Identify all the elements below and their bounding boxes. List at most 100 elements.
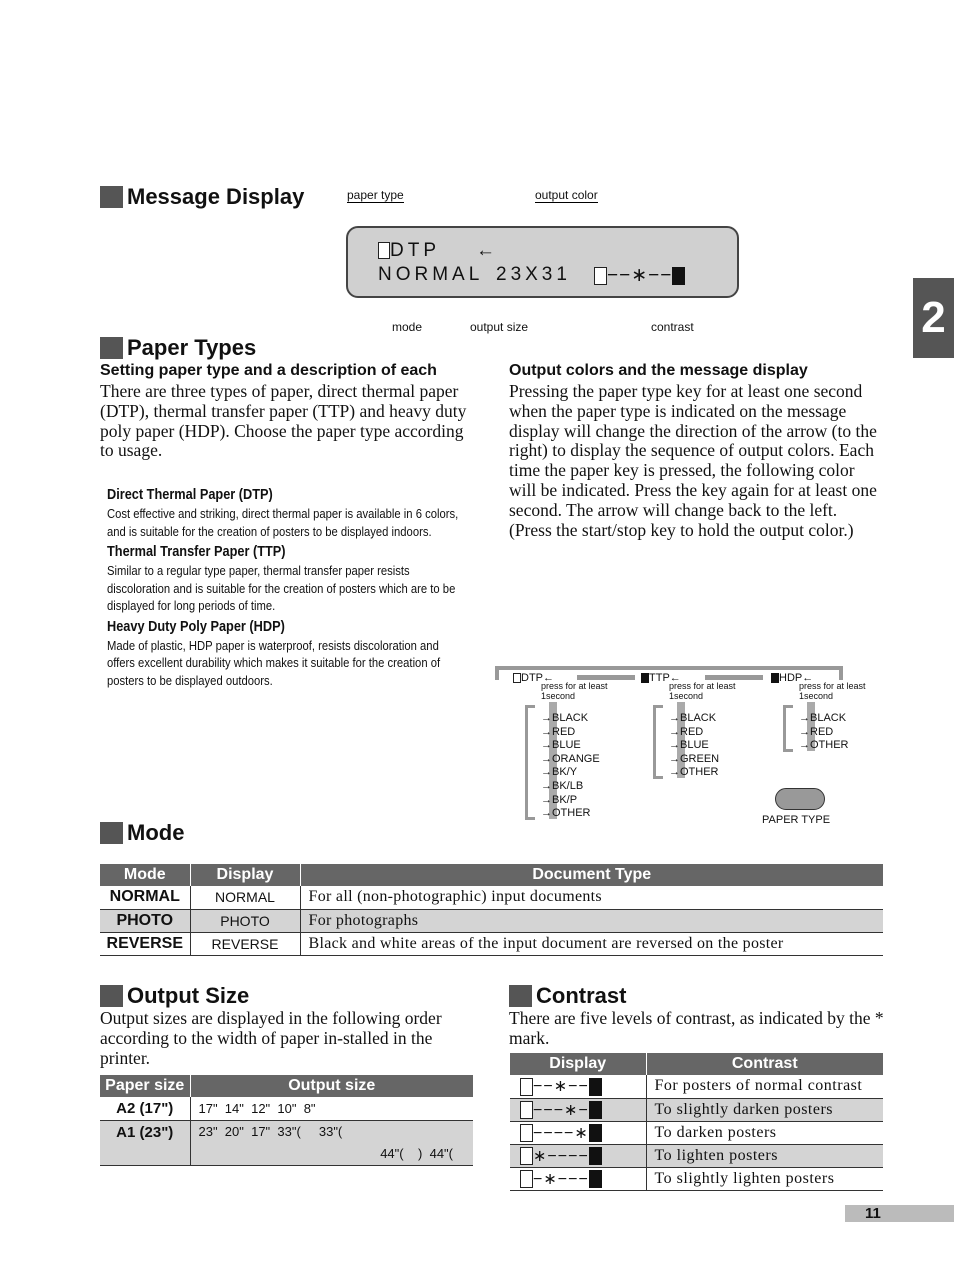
table-row: PHOTO PHOTO For photographs — [100, 909, 883, 933]
cell: To slightly darken posters — [646, 1098, 883, 1122]
cell: 17" 14" 12" 10" 8" — [190, 1097, 473, 1121]
subtitle: Setting paper type and a description of … — [100, 362, 437, 379]
paper-desc: Similar to a regular type paper, thermal… — [107, 564, 456, 613]
loop-arrow — [783, 705, 793, 752]
dark-icon — [588, 1147, 602, 1166]
table-row: −−−∗− To slightly darken posters — [510, 1098, 883, 1122]
press-note: press for at least 1second — [541, 681, 608, 701]
cell: REVERSE — [100, 932, 191, 956]
table-row: −∗−−− To slightly lighten posters — [510, 1167, 883, 1191]
output-colors-text: Pressing the paper type key for at least… — [509, 381, 877, 540]
table-row: REVERSE REVERSE Black and white areas of t… — [100, 932, 883, 956]
section-title: Output Size — [127, 983, 250, 1008]
press-note: press for at least 1second — [669, 681, 736, 701]
col-header: Mode — [100, 864, 190, 886]
flow-color-item: →OTHER — [799, 739, 849, 752]
label-output-color: output color — [535, 188, 598, 203]
cell: For all (non-photographic) input documen… — [300, 886, 883, 910]
cell: 23" 20" 17" 33"( 33"(44"( ) 44"( — [190, 1120, 473, 1166]
lcd-arrow: ← — [476, 240, 499, 261]
section-title: Paper Types — [127, 335, 257, 360]
cell: A1 (23") — [100, 1120, 191, 1166]
section-message-display: Message Display — [100, 184, 304, 210]
contrast-pattern: −−−−∗ — [533, 1124, 589, 1142]
sizes-line: 23" 20" 17" 33"( 33"( — [198, 1123, 343, 1139]
flow-color-item: →BLUE — [541, 739, 581, 752]
cell: To darken posters — [646, 1121, 883, 1145]
flow-color-item: →OTHER — [541, 807, 591, 820]
section-title: Mode — [127, 820, 185, 845]
flow-color-item: →BLUE — [669, 739, 709, 752]
flow-color-item: →BK/LB — [541, 780, 584, 792]
cell: Black and white areas of the input docum… — [300, 932, 883, 956]
dark-icon — [588, 1170, 602, 1189]
paper-name: Heavy Duty Poly Paper (HDP) — [107, 617, 285, 635]
key-label: PAPER TYPE — [762, 814, 831, 826]
label-contrast: contrast — [651, 320, 694, 334]
dark-icon — [588, 1078, 602, 1097]
table-row: A2 (17") 17" 14" 12" 10" 8" — [100, 1097, 473, 1121]
page-number: 11 — [845, 1205, 954, 1222]
lcd-size: 23X31 — [496, 264, 571, 285]
label-paper-type: paper type — [347, 188, 404, 203]
loop-arrow — [653, 705, 663, 779]
subtitle: Output colors and the message display — [509, 362, 808, 379]
flow-color-item: →RED — [669, 725, 704, 738]
paper-type-key-icon — [775, 788, 825, 810]
press-note: press for at least 1second — [799, 681, 866, 701]
section-marker — [509, 985, 532, 1007]
col-header: Display — [189, 864, 300, 886]
section-marker — [100, 186, 123, 208]
table-row: NORMAL NORMAL For all (non-photographic) i… — [100, 886, 883, 910]
flow-color-item: →BLACK — [541, 712, 589, 724]
section-marker — [100, 337, 123, 359]
lcd-contrast: −−∗−− — [607, 265, 673, 286]
paper-desc: Cost effective and striking, direct ther… — [107, 507, 459, 539]
cell: For photographs — [300, 909, 883, 933]
col-header: Display — [510, 1053, 646, 1075]
light-icon — [520, 1170, 533, 1189]
table-row: ∗−−−− To lighten posters — [510, 1144, 883, 1168]
section-title: Contrast — [536, 983, 627, 1008]
contrast-table: Display Contrast −−∗−− For posters of norm… — [510, 1053, 883, 1191]
section-mode: Mode — [100, 820, 184, 846]
flow-color-item: →BLACK — [669, 712, 717, 724]
light-icon — [520, 1101, 533, 1120]
paper-name: Direct Thermal Paper (DTP) — [107, 486, 273, 503]
lcd-mode: NORMAL — [378, 264, 484, 285]
dark-icon — [588, 1101, 602, 1120]
table-row: A1 (23") 23" 20" 17" 33"( 33"(44"( ) 44"( — [100, 1120, 473, 1166]
col-header: Paper size — [100, 1075, 190, 1097]
label-output-size: output size — [470, 320, 529, 334]
output-size-text: Output sizes are displayed in the follow… — [100, 1008, 442, 1068]
section-title: Message Display — [127, 184, 305, 209]
flow-arrow — [577, 675, 635, 680]
cell: NORMAL — [100, 886, 191, 910]
flow-color-item: →BK/Y — [541, 766, 578, 779]
flow-color-item: →RED — [799, 725, 834, 738]
light-icon — [520, 1078, 533, 1097]
flow-color-item: →OTHER — [669, 766, 719, 779]
flow-arrow — [705, 675, 763, 680]
flow-color-item: →BLACK — [799, 712, 847, 724]
flow-color-item: →GREEN — [669, 752, 720, 765]
output-size-table: Paper size Output size A2 (17") 17" 14" 12… — [100, 1075, 473, 1166]
paper-desc: Made of plastic, HDP paper is waterproof… — [107, 638, 441, 688]
message-display-lcd: DTP ← NORMAL 23X31 −−∗−− — [346, 226, 739, 298]
contrast-pattern: −−−∗− — [533, 1101, 589, 1119]
col-header: Contrast — [645, 1053, 883, 1075]
col-header: Output size — [189, 1075, 473, 1097]
light-icon — [594, 266, 607, 285]
mode-table: Mode Display Document Type NORMAL NORMAL For… — [100, 864, 883, 956]
flow-color-item: →BK/P — [541, 793, 578, 806]
cell: To slightly lighten posters — [646, 1167, 883, 1191]
chapter-tab: 2 — [913, 278, 954, 358]
section-output-size: Output Size — [100, 983, 249, 1009]
section-contrast: Contrast — [509, 983, 626, 1009]
section-marker — [100, 985, 123, 1007]
paper-name: Thermal Transfer Paper (TTP) — [107, 543, 286, 560]
cell: To lighten posters — [646, 1144, 883, 1168]
intro-text: There are three types of paper, direct t… — [100, 381, 467, 461]
cell: REVERSE — [190, 932, 301, 956]
contrast-text: There are five levels of contrast, as in… — [509, 1008, 884, 1048]
